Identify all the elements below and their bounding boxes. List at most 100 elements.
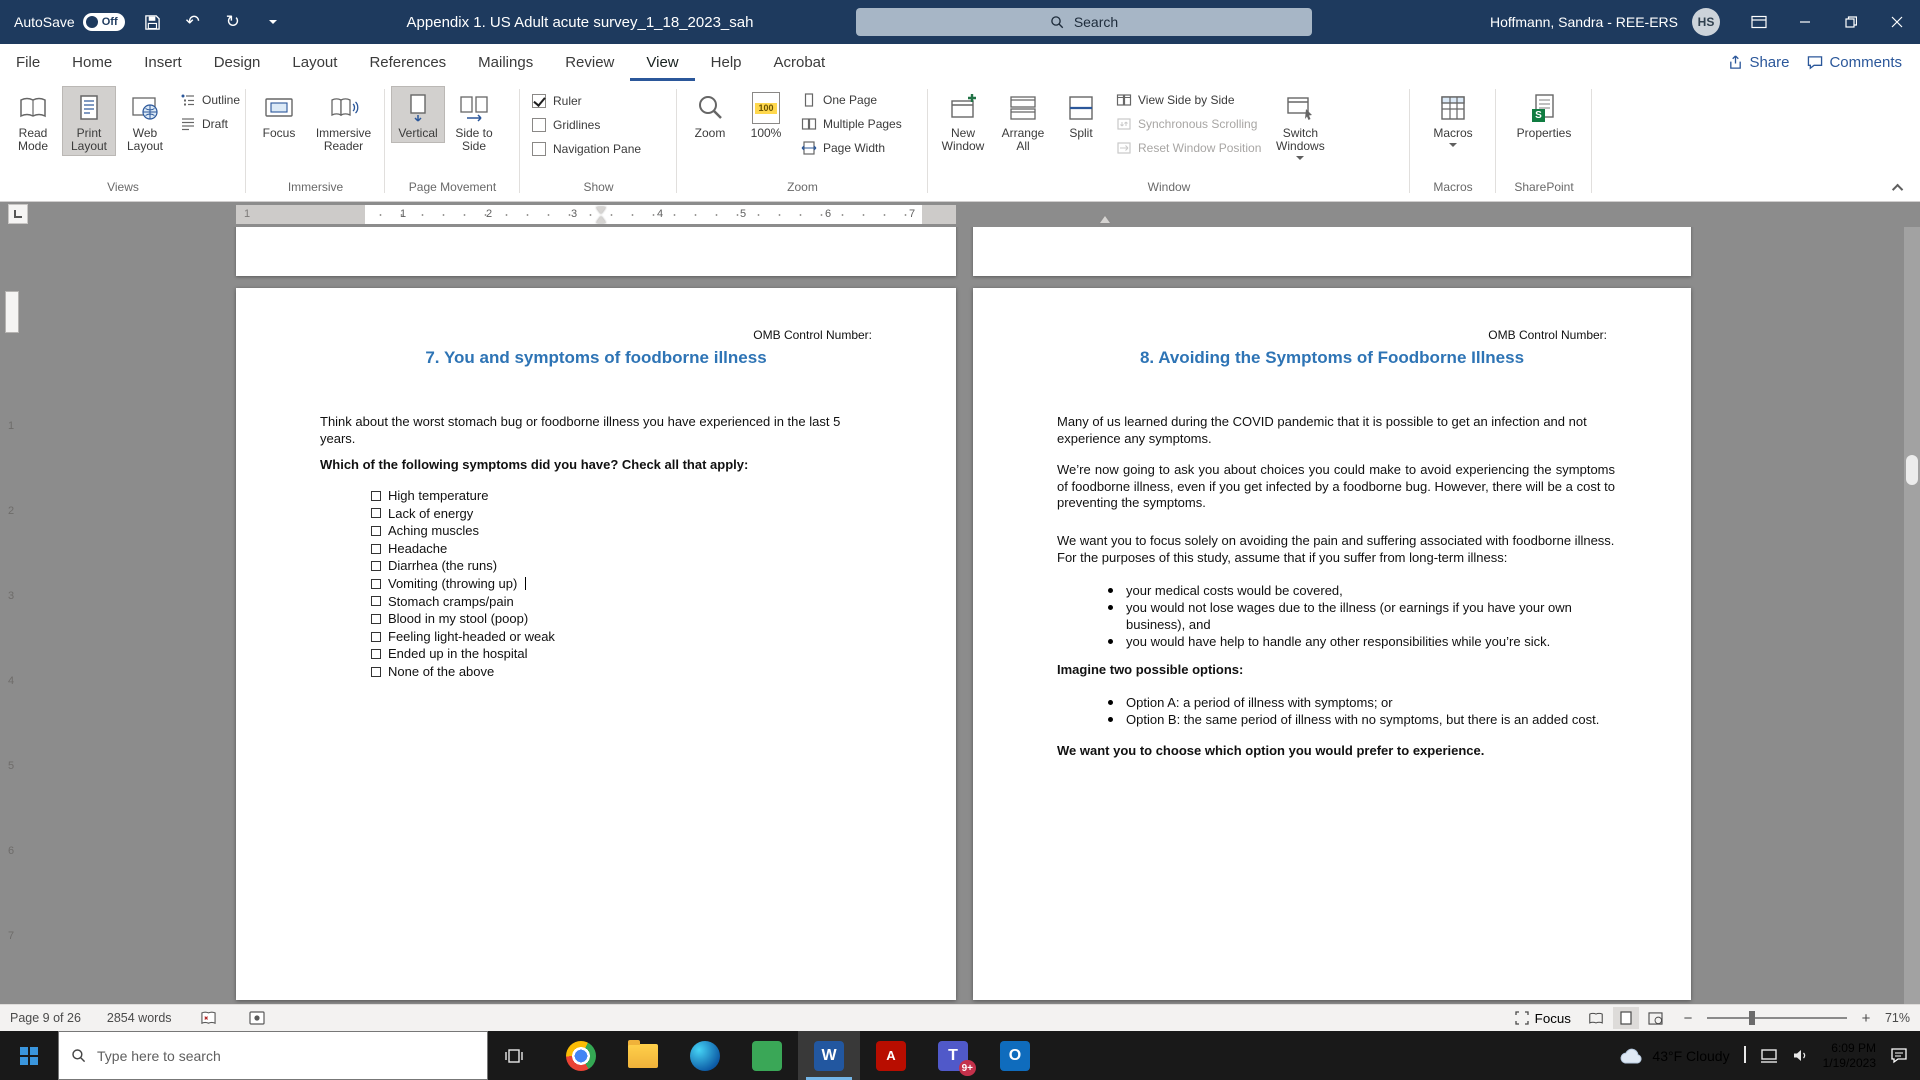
- taskbar-clock[interactable]: 6:09 PM 1/19/2023: [1823, 1041, 1876, 1071]
- document-page-right[interactable]: OMB Control Number: 8. Avoiding the Symp…: [973, 288, 1691, 1000]
- task-view-button[interactable]: [488, 1031, 540, 1080]
- page-width-button[interactable]: Page Width: [795, 136, 908, 160]
- autosave-switch[interactable]: Off: [83, 13, 125, 31]
- gridlines-checkbox[interactable]: Gridlines: [526, 113, 606, 137]
- weather-widget[interactable]: 43°F Cloudy: [1618, 1046, 1729, 1066]
- focus-button[interactable]: Focus: [252, 86, 306, 143]
- multiple-pages-button[interactable]: Multiple Pages: [795, 112, 908, 136]
- immersive-reader-button[interactable]: Immersive Reader: [308, 86, 379, 156]
- avatar[interactable]: HS: [1692, 8, 1720, 36]
- comments-button[interactable]: Comments: [1807, 54, 1902, 71]
- closing-paragraph[interactable]: We want you to choose which option you w…: [1057, 743, 1615, 760]
- checkbox-row[interactable]: Lack of energy: [371, 505, 555, 523]
- paragraph-group[interactable]: We want you to focus solely on avoiding …: [1057, 533, 1615, 566]
- taskbar-edge-button[interactable]: [674, 1031, 736, 1080]
- macro-recording-button[interactable]: [246, 1007, 268, 1029]
- collapse-ribbon-button[interactable]: [1890, 181, 1908, 195]
- web-layout-view-button[interactable]: [1643, 1007, 1669, 1029]
- minimize-button[interactable]: [1782, 0, 1828, 44]
- search-box[interactable]: Search: [856, 8, 1312, 36]
- taskbar-chrome-button[interactable]: [550, 1031, 612, 1080]
- ribbon-tab-home[interactable]: Home: [56, 44, 128, 81]
- redo-button[interactable]: ↻: [221, 10, 245, 34]
- focus-mode-button[interactable]: Focus: [1515, 1011, 1571, 1026]
- outline-button[interactable]: Outline: [174, 88, 246, 112]
- macros-button[interactable]: Macros: [1426, 86, 1480, 150]
- ribbon-tab-acrobat[interactable]: Acrobat: [758, 44, 842, 81]
- taskbar-acrobat-button[interactable]: A: [860, 1031, 922, 1080]
- options-heading[interactable]: Imagine two possible options:: [1057, 662, 1243, 679]
- switch-windows-button[interactable]: Switch Windows: [1269, 86, 1331, 163]
- action-center-button[interactable]: [1890, 1047, 1908, 1064]
- customize-qat-button[interactable]: [261, 10, 285, 34]
- checkbox-row[interactable]: Stomach cramps/pain: [371, 593, 555, 611]
- checkbox-row[interactable]: Feeling light-headed or weak: [371, 628, 555, 646]
- checkbox-row[interactable]: Vomiting (throwing up): [371, 575, 555, 593]
- view-side-by-side-button[interactable]: View Side by Side: [1110, 88, 1267, 112]
- undo-button[interactable]: ↶: [181, 10, 205, 34]
- document-page-left[interactable]: OMB Control Number: 7. You and symptoms …: [236, 288, 956, 1000]
- read-mode-view-button[interactable]: [1583, 1007, 1609, 1029]
- bullet-item[interactable]: Option A: a period of illness with sympt…: [1108, 694, 1631, 711]
- ribbon-tab-review[interactable]: Review: [549, 44, 630, 81]
- ribbon-tab-layout[interactable]: Layout: [276, 44, 353, 81]
- print-layout-button[interactable]: Print Layout: [62, 86, 116, 156]
- zoom-out-button[interactable]: −: [1681, 1010, 1695, 1027]
- checkbox-row[interactable]: Headache: [371, 540, 555, 558]
- close-button[interactable]: [1874, 0, 1920, 44]
- tray-display-button[interactable]: [1760, 1048, 1778, 1064]
- vertical-scrollbar[interactable]: [1904, 227, 1920, 1004]
- account-name[interactable]: Hoffmann, Sandra - REE-ERS: [1490, 14, 1678, 30]
- taskbar-word-button[interactable]: W: [798, 1031, 860, 1080]
- question-paragraph[interactable]: Which of the following symptoms did you …: [320, 457, 878, 474]
- section-heading-7[interactable]: 7. You and symptoms of foodborne illness: [236, 348, 956, 368]
- arrange-all-button[interactable]: Arrange All: [994, 86, 1052, 156]
- draft-button[interactable]: Draft: [174, 112, 246, 136]
- vertical-button[interactable]: Vertical: [391, 86, 445, 143]
- taskbar-green-app-button[interactable]: [736, 1031, 798, 1080]
- omb-control-number[interactable]: OMB Control Number:: [753, 328, 872, 342]
- omb-control-number[interactable]: OMB Control Number:: [1488, 328, 1607, 342]
- web-layout-button[interactable]: Web Layout: [118, 86, 172, 156]
- tab-stop-selector[interactable]: [8, 204, 28, 224]
- taskbar-outlook-button[interactable]: O: [984, 1031, 1046, 1080]
- new-window-button[interactable]: New Window: [934, 86, 992, 156]
- paragraph[interactable]: We’re now going to ask you about choices…: [1057, 462, 1615, 512]
- side-to-side-button[interactable]: Side to Side: [447, 86, 501, 156]
- bullet-item[interactable]: Option B: the same period of illness wit…: [1108, 711, 1631, 728]
- taskbar-search[interactable]: Type here to search: [58, 1031, 488, 1080]
- ribbon-tab-references[interactable]: References: [353, 44, 462, 81]
- checkbox-row[interactable]: Ended up in the hospital: [371, 645, 555, 663]
- print-layout-view-button[interactable]: [1613, 1007, 1639, 1029]
- save-button[interactable]: [141, 10, 165, 34]
- bullet-item[interactable]: you would not lose wages due to the illn…: [1108, 599, 1631, 633]
- checkbox-row[interactable]: None of the above: [371, 663, 555, 681]
- previous-page-bottom-left[interactable]: [236, 227, 956, 276]
- ribbon-tab-insert[interactable]: Insert: [128, 44, 198, 81]
- share-button[interactable]: Share: [1728, 54, 1789, 71]
- autosave-toggle[interactable]: AutoSave Off: [14, 13, 125, 31]
- word-count[interactable]: 2854 words: [107, 1011, 172, 1025]
- start-button[interactable]: [0, 1031, 58, 1080]
- tray-expand-button[interactable]: [1744, 1048, 1746, 1063]
- split-button[interactable]: Split: [1054, 86, 1108, 143]
- taskbar-file-explorer-button[interactable]: [612, 1031, 674, 1080]
- ribbon-tab-mailings[interactable]: Mailings: [462, 44, 549, 81]
- proofing-errors-button[interactable]: [198, 1007, 220, 1029]
- checkbox-row[interactable]: Blood in my stool (poop): [371, 610, 555, 628]
- bullet-item[interactable]: your medical costs would be covered,: [1108, 582, 1631, 599]
- taskbar-teams-button[interactable]: T9+: [922, 1031, 984, 1080]
- ruler-checkbox[interactable]: Ruler: [526, 89, 588, 113]
- checkbox-row[interactable]: Diarrhea (the runs): [371, 557, 555, 575]
- one-page-button[interactable]: One Page: [795, 88, 908, 112]
- ribbon-display-options-button[interactable]: [1736, 0, 1782, 44]
- ribbon-tab-view[interactable]: View: [630, 44, 694, 81]
- zoom-slider[interactable]: [1707, 1017, 1847, 1019]
- restore-button[interactable]: [1828, 0, 1874, 44]
- ribbon-tab-design[interactable]: Design: [198, 44, 277, 81]
- scrollbar-thumb[interactable]: [1906, 455, 1918, 485]
- vertical-ruler[interactable]: 1 2 3 4 5 6 7: [2, 227, 24, 1004]
- paragraph[interactable]: Many of us learned during the COVID pand…: [1057, 414, 1615, 447]
- properties-button[interactable]: S Properties: [1512, 86, 1577, 143]
- page-indicator[interactable]: Page 9 of 26: [10, 1011, 81, 1025]
